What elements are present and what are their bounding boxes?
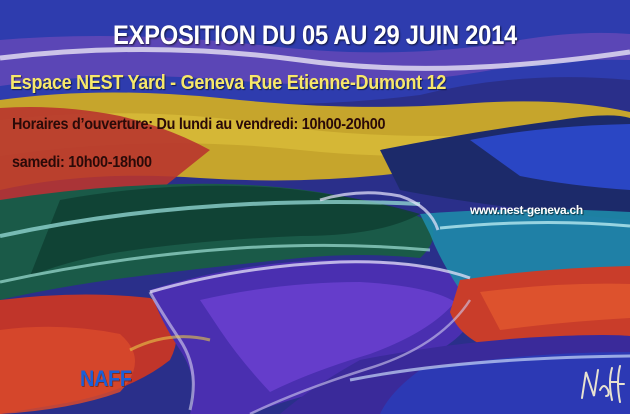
artist-name: NAFF [80,366,132,391]
website-link[interactable]: www.nest-geneva.ch [470,203,583,217]
opening-hours-weekday: Horaires d’ouverture: Du lundi au vendre… [12,116,386,133]
venue-address: Espace NEST Yard - Geneva Rue Etienne-Du… [10,72,447,94]
artist-signature-icon [581,365,625,403]
opening-hours-saturday: samedi: 10h00-18h00 [12,154,152,171]
exhibition-poster: EXPOSITION DU 05 AU 29 JUIN 2014 Espace … [0,0,630,414]
exhibition-title: EXPOSITION DU 05 AU 29 JUIN 2014 [112,20,517,50]
